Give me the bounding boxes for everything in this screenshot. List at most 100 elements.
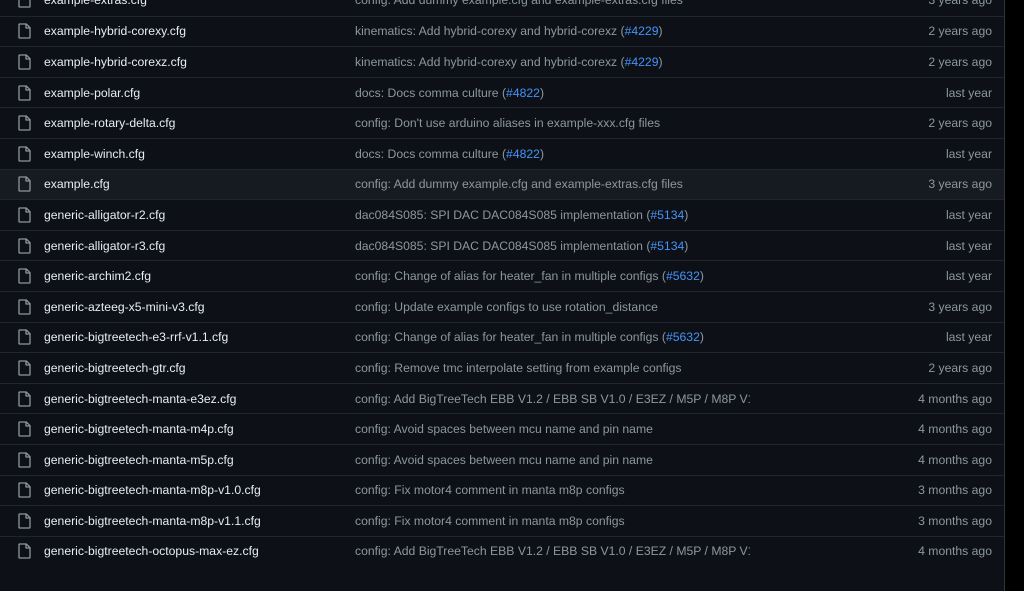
pull-request-link[interactable]: #4229 <box>625 24 659 38</box>
file-name-link[interactable]: generic-bigtreetech-manta-e3ez.cfg <box>44 392 236 406</box>
file-name-link[interactable]: generic-bigtreetech-manta-m4p.cfg <box>44 422 234 436</box>
commit-message[interactable]: dac084S085: SPI DAC DAC084S085 implement… <box>355 239 688 253</box>
commit-message[interactable]: config: Change of alias for heater_fan i… <box>355 269 704 283</box>
file-row[interactable]: generic-alligator-r3.cfg dac084S085: SPI… <box>0 229 1004 261</box>
file-name-link[interactable]: example-rotary-delta.cfg <box>44 116 175 130</box>
file-name-link[interactable]: example-extras.cfg <box>44 0 147 7</box>
commit-message[interactable]: config: Change of alias for heater_fan i… <box>355 330 704 344</box>
file-name-link[interactable]: example-polar.cfg <box>44 86 140 100</box>
commit-message[interactable]: docs: Docs comma culture (#4822) <box>355 147 544 161</box>
file-name-link[interactable]: generic-bigtreetech-gtr.cfg <box>44 361 186 375</box>
commit-message[interactable]: config: Update example configs to use ro… <box>355 300 658 314</box>
file-name-link[interactable]: example-hybrid-corexz.cfg <box>44 55 187 69</box>
file-row[interactable]: generic-bigtreetech-manta-m8p-v1.0.cfg c… <box>0 474 1004 506</box>
commit-message-text[interactable]: config: Don't use arduino aliases in exa… <box>355 116 660 130</box>
pull-request-link[interactable]: #5134 <box>650 208 684 222</box>
commit-message-text[interactable]: config: Add dummy example.cfg and exampl… <box>355 177 683 191</box>
commit-message-text[interactable]: config: Add dummy example.cfg and exampl… <box>355 0 683 7</box>
file-icon <box>18 115 31 131</box>
commit-message-text[interactable]: config: Change of alias for heater_fan i… <box>355 330 666 344</box>
commit-message-text[interactable]: kinematics: Add hybrid-corexy and hybrid… <box>355 24 625 38</box>
commit-age: last year <box>945 85 992 100</box>
file-row[interactable]: generic-bigtreetech-manta-m4p.cfg config… <box>0 413 1004 444</box>
file-row[interactable]: generic-bigtreetech-manta-m5p.cfg config… <box>0 443 1004 475</box>
commit-message[interactable]: config: Fix motor4 comment in manta m8p … <box>355 514 625 528</box>
commit-message[interactable]: kinematics: Add hybrid-corexy and hybrid… <box>355 24 663 38</box>
commit-message[interactable]: config: Add BigTreeTech EBB V1.2 / EBB S… <box>355 544 750 558</box>
commit-message-close: ) <box>658 54 663 69</box>
pull-request-link[interactable]: #4822 <box>506 147 540 161</box>
file-row[interactable]: example.cfg config: Add dummy example.cf… <box>0 168 1004 200</box>
commit-message-text[interactable]: config: Avoid spaces between mcu name an… <box>355 422 653 436</box>
file-name-link[interactable]: generic-archim2.cfg <box>44 269 151 283</box>
file-icon <box>18 390 31 407</box>
commit-message-text[interactable]: docs: Docs comma culture ( <box>355 147 506 161</box>
commit-message[interactable]: dac084S085: SPI DAC DAC084S085 implement… <box>355 208 688 222</box>
pull-request-link[interactable]: #5632 <box>666 269 700 283</box>
commit-message-text[interactable]: kinematics: Add hybrid-corexy and hybrid… <box>355 55 625 69</box>
commit-message[interactable]: config: Add dummy example.cfg and exampl… <box>355 177 683 191</box>
file-row[interactable]: example-hybrid-corexz.cfg kinematics: Ad… <box>0 46 1004 77</box>
file-name-link[interactable]: generic-bigtreetech-manta-m8p-v1.0.cfg <box>44 483 261 497</box>
file-row[interactable]: generic-azteeg-x5-mini-v3.cfg config: Up… <box>0 290 1004 322</box>
file-name-link[interactable]: generic-alligator-r2.cfg <box>44 208 165 222</box>
commit-age: last year <box>945 238 992 253</box>
file-row[interactable]: generic-bigtreetech-manta-m8p-v1.1.cfg c… <box>0 505 1004 536</box>
file-row[interactable]: generic-bigtreetech-e3-rrf-v1.1.cfg conf… <box>0 321 1004 353</box>
file-name-link[interactable]: generic-bigtreetech-manta-m5p.cfg <box>44 453 234 467</box>
commit-message[interactable]: config: Add BigTreeTech EBB V1.2 / EBB S… <box>355 392 750 406</box>
commit-message[interactable]: kinematics: Add hybrid-corexy and hybrid… <box>355 55 663 69</box>
commit-message-text[interactable]: dac084S085: SPI DAC DAC084S085 implement… <box>355 239 650 253</box>
pull-request-link[interactable]: #5632 <box>666 330 700 344</box>
commit-message[interactable]: config: Remove tmc interpolate setting f… <box>355 361 682 375</box>
file-row[interactable]: generic-archim2.cfg config: Change of al… <box>0 260 1004 291</box>
file-row[interactable]: generic-bigtreetech-gtr.cfg config: Remo… <box>0 352 1004 383</box>
file-icon <box>18 237 31 254</box>
commit-message-text[interactable]: config: Update example configs to use ro… <box>355 300 658 314</box>
commit-message-close: ) <box>539 85 544 100</box>
commit-message-text[interactable]: docs: Docs comma culture ( <box>355 86 506 100</box>
commit-message[interactable]: config: Add dummy example.cfg and exampl… <box>355 0 683 7</box>
file-name-link[interactable]: generic-bigtreetech-octopus-max-ez.cfg <box>44 544 259 558</box>
commit-message-close: ) <box>699 330 704 345</box>
file-name-link[interactable]: example-hybrid-corexy.cfg <box>44 24 186 38</box>
file-icon <box>18 23 31 40</box>
file-row[interactable]: generic-alligator-r2.cfg dac084S085: SPI… <box>0 199 1004 230</box>
file-name-link[interactable]: example.cfg <box>44 177 110 191</box>
commit-message-text[interactable]: config: Avoid spaces between mcu name an… <box>355 453 653 467</box>
file-row[interactable]: example-winch.cfg docs: Docs comma cultu… <box>0 137 1004 169</box>
commit-message[interactable]: docs: Docs comma culture (#4822) <box>355 86 544 100</box>
pull-request-link[interactable]: #4822 <box>506 86 540 100</box>
commit-age: last year <box>945 330 992 345</box>
commit-age: 2 years ago <box>928 24 992 39</box>
commit-message-text[interactable]: config: Change of alias for heater_fan i… <box>355 269 666 283</box>
file-name-link[interactable]: generic-bigtreetech-manta-m8p-v1.1.cfg <box>44 514 261 528</box>
file-name-link[interactable]: generic-azteeg-x5-mini-v3.cfg <box>44 300 205 314</box>
commit-message-text[interactable]: config: Add BigTreeTech EBB V1.2 / EBB S… <box>355 544 750 558</box>
commit-age: 4 months ago <box>918 452 992 467</box>
pull-request-link[interactable]: #5134 <box>650 239 684 253</box>
file-row[interactable]: example-extras.cfg config: Add dummy exa… <box>0 0 1004 16</box>
commit-message-text[interactable]: dac084S085: SPI DAC DAC084S085 implement… <box>355 208 650 222</box>
commit-message[interactable]: config: Fix motor4 comment in manta m8p … <box>355 483 625 497</box>
commit-message[interactable]: config: Avoid spaces between mcu name an… <box>355 453 653 467</box>
file-row[interactable]: generic-bigtreetech-manta-e3ez.cfg confi… <box>0 382 1004 414</box>
file-row[interactable]: generic-bigtreetech-octopus-max-ez.cfg c… <box>0 535 1004 567</box>
file-icon <box>18 543 31 560</box>
commit-message-text[interactable]: config: Add BigTreeTech EBB V1.2 / EBB S… <box>355 392 750 406</box>
file-name-link[interactable]: example-winch.cfg <box>44 147 145 161</box>
commit-message-close: ) <box>684 238 689 253</box>
commit-message-close: ) <box>658 24 663 39</box>
commit-message[interactable]: config: Don't use arduino aliases in exa… <box>355 116 660 130</box>
commit-message-text[interactable]: config: Fix motor4 comment in manta m8p … <box>355 514 625 528</box>
file-name-link[interactable]: generic-alligator-r3.cfg <box>44 239 165 253</box>
commit-message-text[interactable]: config: Remove tmc interpolate setting f… <box>355 361 682 375</box>
file-row[interactable]: example-hybrid-corexy.cfg kinematics: Ad… <box>0 15 1004 47</box>
file-row[interactable]: example-polar.cfg docs: Docs comma cultu… <box>0 76 1004 108</box>
file-name-link[interactable]: generic-bigtreetech-e3-rrf-v1.1.cfg <box>44 330 228 344</box>
file-icon <box>18 0 31 8</box>
commit-message-text[interactable]: config: Fix motor4 comment in manta m8p … <box>355 483 625 497</box>
file-row[interactable]: example-rotary-delta.cfg config: Don't u… <box>0 107 1004 138</box>
pull-request-link[interactable]: #4229 <box>625 55 659 69</box>
commit-message[interactable]: config: Avoid spaces between mcu name an… <box>355 422 653 436</box>
